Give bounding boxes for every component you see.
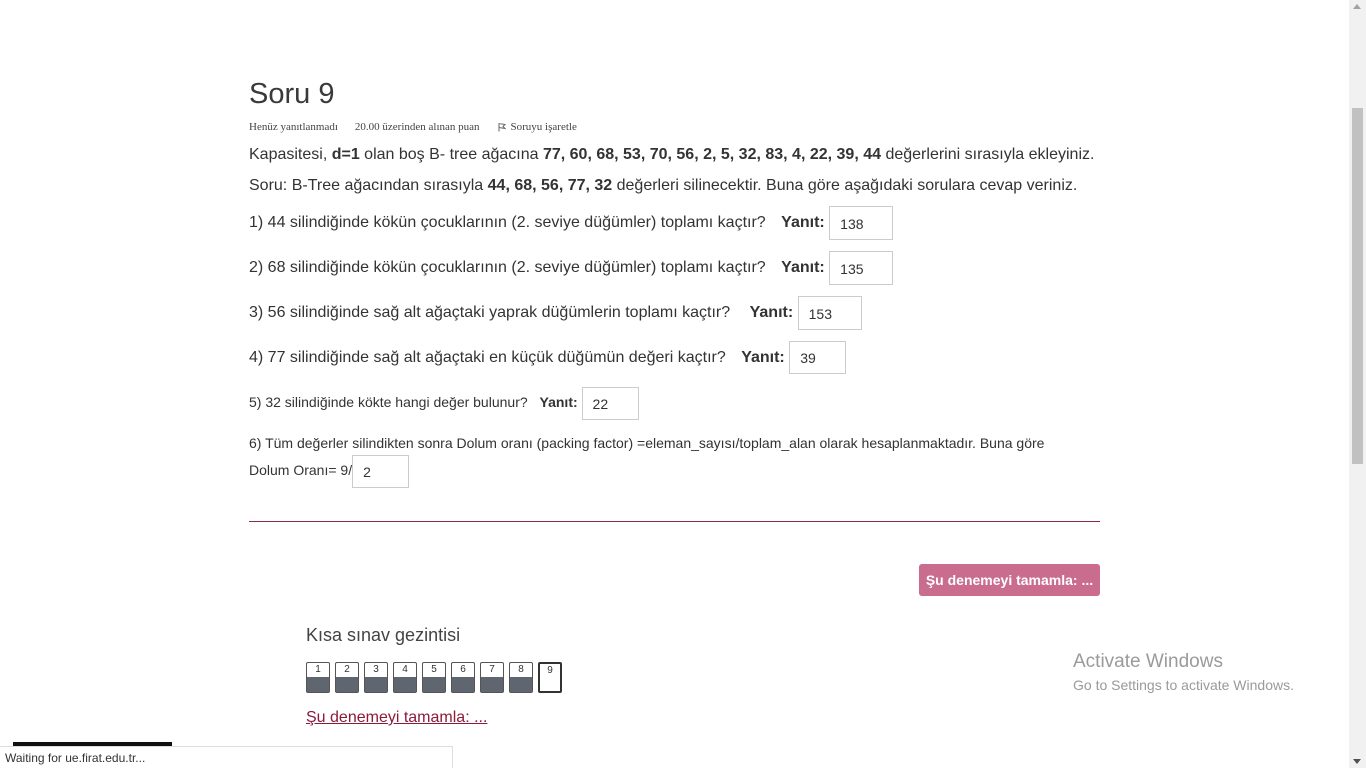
item-text: 3) 56 silindiğinde sağ alt ağaçtaki yapr…	[249, 304, 731, 322]
scrollbar-thumb[interactable]	[1352, 108, 1363, 464]
question-title: Soru 9	[249, 78, 335, 110]
answer-input-1[interactable]: 138	[829, 206, 894, 240]
flag-icon	[498, 123, 506, 132]
scroll-down-icon[interactable]	[1353, 759, 1361, 764]
question-item-3: 3) 56 silindiğinde sağ alt ağaçtaki yapr…	[249, 296, 862, 330]
quiz-navigation-buttons: 1 2 3 4 5 6 7 8 9	[306, 662, 562, 693]
answer-input-6[interactable]: 2	[352, 454, 410, 488]
nav-number: 3	[373, 664, 379, 675]
nav-number: 1	[315, 664, 321, 675]
question-item-5: 5) 32 silindiğinde kökte hangi değer bul…	[249, 386, 639, 420]
intro-text: değerleri silinecektir. Buna göre aşağıd…	[612, 177, 1078, 194]
question-status: Henüz yanıtlanmadı	[249, 121, 338, 133]
flag-label: Soruyu işaretle	[510, 121, 577, 133]
question-points: 20.00 üzerinden alınan puan	[354, 121, 480, 133]
intro-text: olan boş B- tree ağacına	[359, 146, 543, 163]
nav-number: 7	[489, 664, 495, 675]
windows-activation-watermark: Activate Windows Go to Settings to activ…	[1073, 651, 1294, 693]
quiz-navigation-title: Kısa sınav gezintisi	[306, 625, 461, 645]
browser-status-bar: Waiting for ue.firat.edu.tr...	[0, 746, 453, 768]
intro-text: değerlerini sırasıyla ekleyiniz.	[881, 146, 1095, 163]
nav-question-8[interactable]: 8	[509, 662, 533, 693]
nav-question-3[interactable]: 3	[364, 662, 388, 693]
nav-number: 2	[344, 664, 350, 675]
answer-label: Yanıt:	[741, 349, 785, 366]
intro-text: Kapasitesi,	[249, 146, 332, 163]
nav-question-5[interactable]: 5	[422, 662, 446, 693]
section-divider	[249, 521, 1100, 522]
intro-line-1: Kapasitesi, d=1 olan boş B- tree ağacına…	[249, 146, 1094, 164]
answer-input-5[interactable]: 22	[581, 386, 639, 420]
intro-line-2: Soru: B-Tree ağacından sırasıyla 44, 68,…	[249, 177, 1077, 195]
insert-values: 77, 60, 68, 53, 70, 56, 2, 5, 32, 83, 4,…	[542, 146, 882, 163]
flag-question-link[interactable]: Soruyu işaretle	[497, 121, 577, 133]
item-text: 2) 68 silindiğinde kökün çocuklarının (2…	[249, 259, 766, 277]
answer-label: Yanıt:	[781, 214, 825, 232]
nav-question-1[interactable]: 1	[306, 662, 330, 693]
nav-number: 9	[547, 665, 553, 676]
answer-input-4[interactable]: 39	[789, 341, 847, 375]
nav-number: 8	[518, 664, 524, 675]
nav-question-7[interactable]: 7	[480, 662, 504, 693]
intro-bold: d=1	[331, 146, 360, 163]
answer-input-3[interactable]: 153	[797, 296, 862, 330]
item-text: 4) 77 silindiğinde sağ alt ağaçtaki en k…	[249, 349, 726, 366]
question-item-6-line2: Dolum Oranı= 9/2	[249, 454, 410, 488]
page-scrollbar[interactable]	[1349, 0, 1366, 768]
nav-question-2[interactable]: 2	[335, 662, 359, 693]
nav-question-6[interactable]: 6	[451, 662, 475, 693]
question-info: Henüz yanıtlanmadı 20.00 üzerinden alına…	[249, 121, 577, 133]
scroll-up-icon[interactable]	[1353, 4, 1361, 9]
answer-label: Yanıt:	[781, 259, 825, 277]
nav-number: 4	[402, 664, 408, 675]
item-text: 1) 44 silindiğinde kökün çocuklarının (2…	[249, 214, 766, 232]
question-item-2: 2) 68 silindiğinde kökün çocuklarının (2…	[249, 251, 894, 285]
item-text: Dolum Oranı= 9/	[249, 462, 353, 478]
answer-input-2[interactable]: 135	[829, 251, 894, 285]
question-item-6-line1: 6) Tüm değerler silindikten sonra Dolum …	[249, 435, 1045, 451]
answer-label: Yanıt:	[539, 394, 578, 410]
nav-number: 5	[431, 664, 437, 675]
watermark-title: Activate Windows	[1073, 651, 1223, 672]
watermark-subtitle: Go to Settings to activate Windows.	[1073, 677, 1294, 693]
delete-values: 44, 68, 56, 77, 32	[487, 177, 613, 194]
finish-attempt-link[interactable]: Şu denemeyi tamamla: ...	[306, 709, 487, 727]
answer-label: Yanıt:	[749, 304, 794, 322]
nav-question-4[interactable]: 4	[393, 662, 417, 693]
question-item-4: 4) 77 silindiğinde sağ alt ağaçtaki en k…	[249, 341, 847, 375]
intro-text: Soru: B-Tree ağacından sırasıyla	[249, 177, 488, 194]
question-item-1: 1) 44 silindiğinde kökün çocuklarının (2…	[249, 206, 894, 240]
finish-attempt-button[interactable]: Şu denemeyi tamamla: ...	[919, 564, 1100, 596]
nav-question-9[interactable]: 9	[538, 662, 562, 693]
nav-number: 6	[460, 664, 466, 675]
item-text: 5) 32 silindiğinde kökte hangi değer bul…	[249, 394, 528, 410]
